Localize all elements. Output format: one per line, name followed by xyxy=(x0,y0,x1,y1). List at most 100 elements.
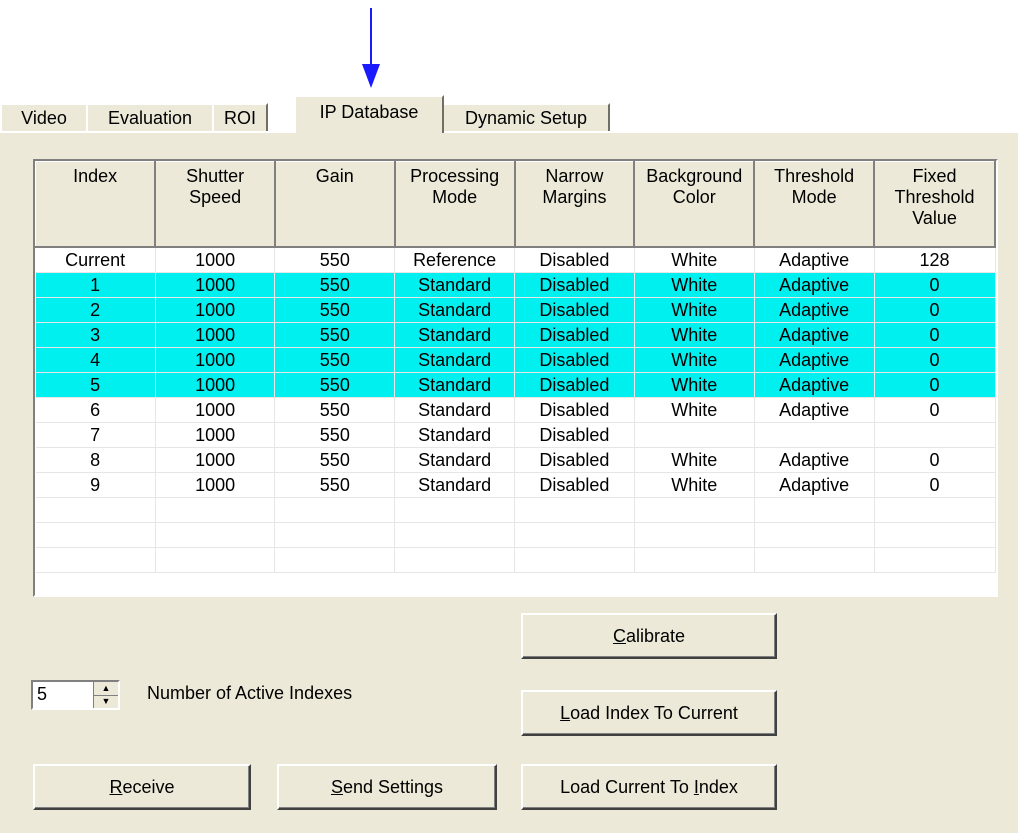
load-index-to-current-button[interactable]: Load Index To Current xyxy=(521,690,777,736)
table-cell[interactable]: White xyxy=(634,372,755,398)
calibrate-button[interactable]: Calibrate xyxy=(521,613,777,659)
column-header[interactable]: Background Color xyxy=(633,161,756,248)
table-row[interactable] xyxy=(35,547,996,573)
column-header[interactable]: Processing Mode xyxy=(394,161,516,248)
table-cell[interactable]: Disabled xyxy=(514,422,635,448)
table-row[interactable] xyxy=(35,497,996,523)
tab-roi[interactable]: ROI xyxy=(212,103,268,131)
table-cell[interactable] xyxy=(155,522,276,548)
table-cell[interactable]: 550 xyxy=(274,272,396,298)
column-header[interactable]: Shutter Speed xyxy=(154,161,276,248)
table-cell[interactable]: 8 xyxy=(35,447,156,473)
table-cell[interactable] xyxy=(874,497,996,523)
table-cell[interactable]: White xyxy=(634,247,755,273)
table-cell[interactable] xyxy=(634,497,755,523)
table-cell[interactable]: 550 xyxy=(274,422,396,448)
table-row[interactable]: 5 1000 550 Standard Disabled White Adaptive 0 xyxy=(35,372,996,398)
table-cell[interactable] xyxy=(874,422,996,448)
table-row[interactable]: 4 1000 550 Standard Disabled White Adaptive 0 xyxy=(35,347,996,373)
table-cell[interactable]: Disabled xyxy=(514,247,635,273)
table-cell[interactable]: Disabled xyxy=(514,372,635,398)
tab-evaluation[interactable]: Evaluation xyxy=(86,103,214,131)
table-cell[interactable]: 0 xyxy=(874,447,996,473)
table-cell[interactable]: 550 xyxy=(274,322,396,348)
active-indexes-spinner[interactable]: 5 ▲ ▼ xyxy=(31,680,120,710)
table-cell[interactable]: 550 xyxy=(274,297,396,323)
table-cell[interactable]: White xyxy=(634,272,755,298)
table-cell[interactable]: 3 xyxy=(35,322,156,348)
table-cell[interactable]: Adaptive xyxy=(754,472,875,498)
table-cell[interactable] xyxy=(874,547,996,573)
table-cell[interactable] xyxy=(35,522,156,548)
table-cell[interactable] xyxy=(514,522,635,548)
active-indexes-value[interactable]: 5 xyxy=(37,684,47,705)
table-cell[interactable]: White xyxy=(634,447,755,473)
table-cell[interactable]: Adaptive xyxy=(754,347,875,373)
table-cell[interactable] xyxy=(754,522,875,548)
table-cell[interactable]: White xyxy=(634,347,755,373)
table-cell[interactable] xyxy=(394,522,516,548)
table-cell[interactable]: 0 xyxy=(874,272,996,298)
table-row[interactable]: 8 1000 550 Standard Disabled White Adaptive 0 xyxy=(35,447,996,473)
table-cell[interactable]: Adaptive xyxy=(754,397,875,423)
table-cell[interactable]: Standard xyxy=(394,322,516,348)
table-cell[interactable]: Standard xyxy=(394,447,516,473)
table-cell[interactable]: Standard xyxy=(394,372,516,398)
table-cell[interactable] xyxy=(874,522,996,548)
receive-button[interactable]: Receive xyxy=(33,764,251,810)
table-cell[interactable]: Current xyxy=(35,247,156,273)
table-cell[interactable]: Adaptive xyxy=(754,447,875,473)
column-header[interactable]: Index xyxy=(35,161,157,248)
table-cell[interactable]: Standard xyxy=(394,422,516,448)
table-cell[interactable]: White xyxy=(634,297,755,323)
table-cell[interactable]: 1000 xyxy=(155,272,276,298)
spin-up-icon[interactable]: ▲ xyxy=(94,682,118,696)
tab-ip-database[interactable]: IP Database xyxy=(294,95,444,133)
column-header[interactable]: Fixed Threshold Value xyxy=(873,161,996,248)
table-cell[interactable]: White xyxy=(634,397,755,423)
table-cell[interactable]: Reference xyxy=(394,247,516,273)
table-cell[interactable]: 1000 xyxy=(155,397,276,423)
table-cell[interactable] xyxy=(394,497,516,523)
table-cell[interactable]: 1000 xyxy=(155,297,276,323)
table-cell[interactable]: 1000 xyxy=(155,472,276,498)
table-cell[interactable] xyxy=(754,422,875,448)
table-cell[interactable] xyxy=(634,547,755,573)
table-cell[interactable]: Disabled xyxy=(514,297,635,323)
table-cell[interactable] xyxy=(155,497,276,523)
tab-dynamic-setup[interactable]: Dynamic Setup xyxy=(442,103,610,131)
table-row[interactable]: 7 1000 550 Standard Disabled xyxy=(35,422,996,448)
table-cell[interactable]: 550 xyxy=(274,447,396,473)
table-cell[interactable]: 9 xyxy=(35,472,156,498)
table-cell[interactable] xyxy=(514,547,635,573)
table-cell[interactable] xyxy=(35,547,156,573)
table-cell[interactable]: Disabled xyxy=(514,347,635,373)
table-cell[interactable] xyxy=(35,497,156,523)
table-cell[interactable]: 1000 xyxy=(155,372,276,398)
table-cell[interactable] xyxy=(634,422,755,448)
tab-video[interactable]: Video xyxy=(0,103,88,131)
table-cell[interactable] xyxy=(754,547,875,573)
table-cell[interactable]: Disabled xyxy=(514,322,635,348)
load-current-to-index-button[interactable]: Load Current To Index xyxy=(521,764,777,810)
table-row[interactable]: 2 1000 550 Standard Disabled White Adaptive 0 xyxy=(35,297,996,323)
table-cell[interactable] xyxy=(514,497,635,523)
table-cell[interactable]: Standard xyxy=(394,347,516,373)
table-cell[interactable] xyxy=(754,497,875,523)
table-cell[interactable]: 4 xyxy=(35,347,156,373)
table-cell[interactable]: 1 xyxy=(35,272,156,298)
table-cell[interactable]: 0 xyxy=(874,297,996,323)
table-row[interactable]: Current 1000 550 Reference Disabled White Adap… xyxy=(35,247,996,273)
send-settings-button[interactable]: Send Settings xyxy=(277,764,497,810)
table-row[interactable]: 3 1000 550 Standard Disabled White Adaptive 0 xyxy=(35,322,996,348)
table-cell[interactable]: Adaptive xyxy=(754,247,875,273)
table-cell[interactable]: 0 xyxy=(874,372,996,398)
table-cell[interactable]: 0 xyxy=(874,347,996,373)
table-cell[interactable]: 1000 xyxy=(155,322,276,348)
table-cell[interactable]: Standard xyxy=(394,297,516,323)
table-row[interactable] xyxy=(35,522,996,548)
table-cell[interactable] xyxy=(274,547,396,573)
table-cell[interactable] xyxy=(634,522,755,548)
table-cell[interactable]: 550 xyxy=(274,247,396,273)
column-header[interactable]: Gain xyxy=(274,161,396,248)
